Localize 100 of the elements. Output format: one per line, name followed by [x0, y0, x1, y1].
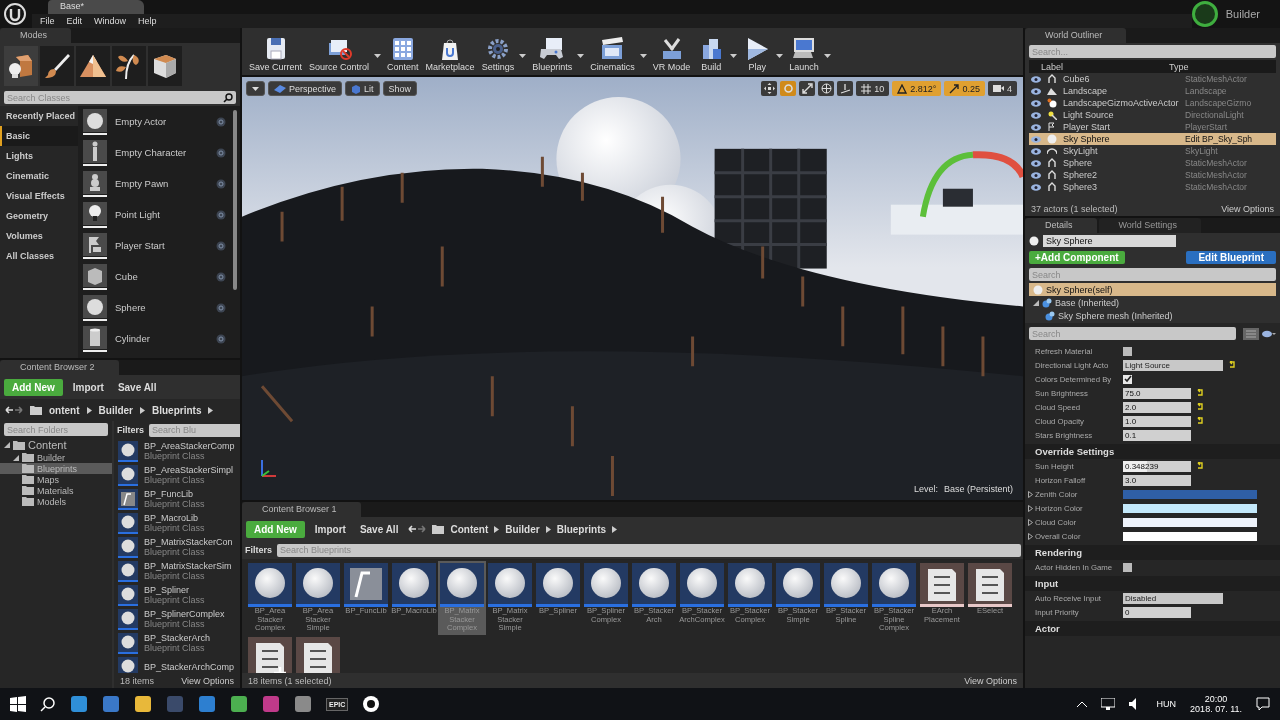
slider-field[interactable]: 0.348239	[1123, 460, 1191, 472]
dropdown[interactable]: Disabled	[1123, 592, 1223, 604]
snap-button[interactable]: 10	[856, 81, 890, 96]
logo-icon[interactable]	[4, 3, 26, 25]
class-list-item[interactable]: Cylinder	[78, 323, 230, 354]
breadcrumb-link[interactable]: Blueprints	[556, 523, 607, 535]
panel-tab[interactable]: Modes	[0, 28, 71, 43]
property-matrix-icon[interactable]	[1243, 327, 1259, 340]
view-mode-button[interactable]: Perspective	[268, 81, 343, 96]
snap-button[interactable]: 2.812°	[892, 81, 942, 96]
category-tab[interactable]: All Classes	[0, 246, 78, 266]
asset-list-item[interactable]: BP_MacroLib Blueprint Class	[118, 511, 236, 535]
import-button[interactable]: Import	[310, 523, 350, 535]
component-tree-item[interactable]: Sky Sphere mesh (Inherited)	[1029, 309, 1276, 322]
mode-tab[interactable]	[112, 46, 146, 86]
outliner-row[interactable]: Sphere3 StaticMeshActor	[1029, 181, 1276, 193]
section-header[interactable]: Override Settings	[1025, 444, 1280, 459]
eye-icon[interactable]	[1031, 99, 1041, 107]
start-icon[interactable]	[10, 696, 26, 712]
save-all-button[interactable]: Save All	[355, 523, 403, 535]
lighting-mode-button[interactable]: Lit	[345, 81, 380, 96]
folder-tree-item[interactable]: Materials	[0, 485, 112, 496]
folder-tree-item[interactable]: Builder	[0, 452, 112, 463]
network-icon[interactable]	[1100, 698, 1115, 710]
asset-list-item[interactable]: BP_MatrixStackerCon Blueprint Class	[118, 535, 236, 559]
menu-item[interactable]: Help	[138, 16, 157, 26]
toolbar-button[interactable]: Settings	[478, 37, 518, 72]
class-list-item[interactable]: Empty Pawn	[78, 168, 230, 199]
category-tab[interactable]: Cinematic	[0, 166, 78, 186]
color-swatch[interactable]	[1123, 517, 1257, 527]
search-icon[interactable]	[40, 696, 56, 712]
color-swatch[interactable]	[1123, 531, 1257, 541]
panel-tab[interactable]: Details	[1025, 218, 1097, 233]
class-list-item[interactable]: Sphere	[78, 292, 230, 323]
mode-tab[interactable]	[40, 46, 74, 86]
eye-icon[interactable]	[1031, 123, 1041, 131]
snap-button[interactable]: 0.25	[944, 81, 985, 96]
folder-tree-item[interactable]: Blueprints	[0, 463, 112, 474]
category-tab[interactable]: Visual Effects	[0, 186, 78, 206]
document-tab[interactable]: Base*	[48, 0, 145, 14]
show-button[interactable]: Show	[382, 81, 418, 96]
tray-expand-icon[interactable]	[1076, 701, 1087, 707]
asset-list-item[interactable]: BP_Spliner Blueprint Class	[118, 583, 236, 607]
reset-arrow-icon[interactable]	[1196, 389, 1204, 397]
asset-list-item[interactable]: BP_AreaStackerSimpl Blueprint Class	[118, 463, 236, 487]
checkbox[interactable]	[1123, 562, 1132, 572]
outliner-row[interactable]: Light Source DirectionalLight	[1029, 109, 1276, 121]
back-forward-icon[interactable]	[5, 405, 23, 415]
asset-list-item[interactable]: BP_MatrixStackerSim Blueprint Class	[118, 559, 236, 583]
reset-arrow-icon[interactable]	[1196, 417, 1204, 425]
outliner-row[interactable]: SkyLight SkyLight	[1029, 145, 1276, 157]
filters-button[interactable]: Filters	[117, 425, 144, 435]
actor-name-field[interactable]: Sky Sphere	[1043, 235, 1176, 247]
section-header[interactable]: Rendering	[1025, 545, 1280, 560]
menu-item[interactable]: Window	[94, 16, 127, 26]
class-list-item[interactable]: Cube	[78, 261, 230, 292]
view-options-button[interactable]: View Options	[181, 675, 234, 686]
reset-arrow-icon[interactable]	[1196, 403, 1204, 411]
viewport-menu-button[interactable]	[246, 81, 265, 96]
help-icon[interactable]	[216, 116, 226, 127]
menu-item[interactable]: File	[40, 16, 55, 26]
mode-tab[interactable]	[148, 46, 182, 86]
keyboard-language[interactable]: HUN	[1156, 699, 1177, 709]
taskbar-app-icon[interactable]	[230, 695, 248, 713]
eye-icon[interactable]	[1262, 329, 1276, 338]
save-all-button[interactable]: Save All	[113, 381, 161, 393]
dropdown[interactable]: Light Source	[1123, 359, 1223, 371]
clock-time[interactable]: 20:00	[1204, 694, 1228, 704]
column-header[interactable]: Type	[1169, 61, 1276, 72]
component-tree-item[interactable]: Sky Sphere(self)	[1029, 283, 1276, 296]
outliner-row[interactable]: LandscapeGizmoActiveActor LandscapeGizmo	[1029, 97, 1276, 109]
clock-date[interactable]: 2018. 07. 11.	[1190, 704, 1242, 714]
section-header[interactable]: Actor	[1025, 621, 1280, 636]
taskbar-app-icon[interactable]	[134, 695, 152, 713]
outliner-row[interactable]: Cube6 StaticMeshActor	[1029, 73, 1276, 85]
section-header[interactable]: Input	[1025, 576, 1280, 591]
folder-tree-item[interactable]: Models	[0, 496, 112, 507]
outliner-row[interactable]: Landscape Landscape	[1029, 85, 1276, 97]
asset-list-item[interactable]: BP_FuncLib Blueprint Class	[118, 487, 236, 511]
class-list-item[interactable]: Player Start	[78, 230, 230, 261]
taskbar-app-icon[interactable]	[362, 695, 381, 713]
toolbar-button[interactable]: VR Mode	[649, 37, 694, 72]
toolbar-button[interactable]: Marketplace	[422, 37, 478, 72]
filters-button[interactable]: Filters	[245, 545, 272, 555]
eye-icon[interactable]	[1031, 111, 1041, 119]
category-tab[interactable]: Geometry	[0, 206, 78, 226]
edit-blueprint-button[interactable]: Edit Blueprint	[1186, 251, 1276, 264]
asset-list-item[interactable]: BP_SplinerComplex Blueprint Class	[118, 607, 236, 631]
help-icon[interactable]	[216, 271, 226, 282]
folder-tree-item[interactable]: Maps	[0, 474, 112, 485]
eye-icon[interactable]	[1031, 171, 1041, 179]
asset-list-item[interactable]: BP_StackerArchComp	[118, 655, 236, 673]
mode-tab[interactable]	[4, 46, 38, 86]
eye-icon[interactable]	[1031, 75, 1041, 83]
help-icon[interactable]	[216, 302, 226, 313]
folder-tree-item[interactable]: Content	[0, 438, 112, 452]
outliner-row[interactable]: Sky Sphere Edit BP_Sky_Sph	[1029, 133, 1276, 145]
eye-icon[interactable]	[1031, 135, 1041, 143]
eye-icon[interactable]	[1031, 183, 1041, 191]
column-header[interactable]: Label	[1029, 61, 1169, 72]
